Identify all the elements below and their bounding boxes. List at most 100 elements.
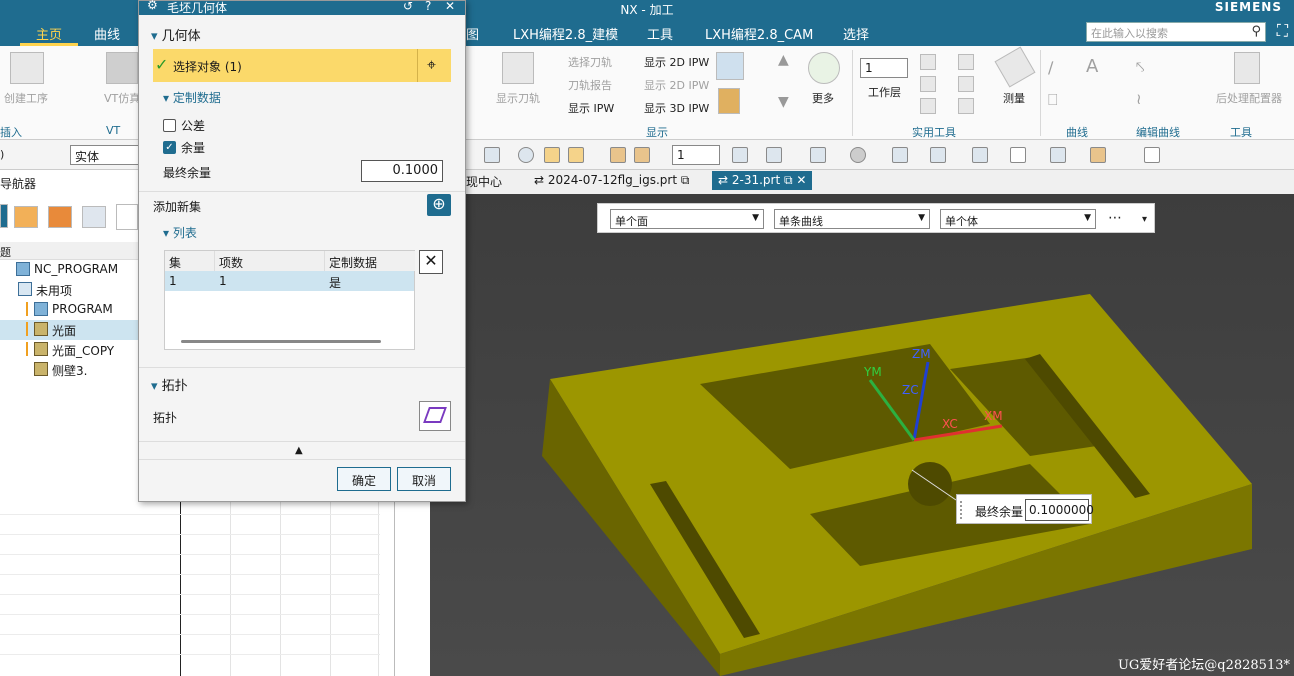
cancel-button[interactable]: 取消 bbox=[397, 467, 451, 491]
final-remainder-input[interactable]: 0.1000 bbox=[361, 160, 443, 182]
offset-curve-icon[interactable]: ⎕ bbox=[1048, 90, 1058, 110]
table-header-count[interactable]: 项数 bbox=[215, 251, 325, 271]
topology-button[interactable] bbox=[419, 401, 451, 431]
section-custom-data[interactable]: ▾ 定制数据 bbox=[163, 89, 221, 106]
tab-resource-center[interactable]: 现中心 bbox=[466, 173, 502, 190]
show-2d-ipw-button[interactable]: 显示 2D IPW bbox=[644, 54, 709, 70]
create-operation-button[interactable]: 创建工序 bbox=[4, 90, 48, 106]
table-header-custom[interactable]: 定制数据 bbox=[325, 251, 415, 271]
hexagon-icon[interactable] bbox=[518, 147, 534, 163]
box-alt-icon[interactable] bbox=[634, 147, 650, 163]
tolerance-checkbox[interactable] bbox=[163, 119, 176, 132]
layer-filter-select[interactable]: 1 bbox=[672, 145, 720, 165]
reset-icon[interactable]: ↺ bbox=[403, 0, 413, 13]
show-3d-ipw-button[interactable]: 显示 3D IPW bbox=[644, 100, 709, 116]
close-icon[interactable]: ✕ bbox=[796, 173, 806, 187]
nav-column-header[interactable]: 题 bbox=[0, 242, 140, 260]
rotate-view-icon[interactable] bbox=[732, 147, 748, 163]
part-model[interactable]: ZM YM ZC XC XM bbox=[430, 194, 1294, 676]
tab-curve[interactable]: 曲线 bbox=[94, 24, 120, 43]
table-header-set[interactable]: 集 bbox=[165, 251, 215, 271]
line-icon[interactable]: ∕ bbox=[1048, 58, 1053, 77]
remainder-popup-input[interactable]: 0.1000000 bbox=[1025, 499, 1094, 521]
graphics-viewport[interactable]: ZM YM ZC XC XM 单个面 ▼ 单条曲线 ▼ 单个体 ▼ ⋯ ▾ 最终余量 … bbox=[430, 194, 1294, 676]
nav-row-program[interactable]: PROGRAM bbox=[0, 300, 140, 320]
nav-toolbar-icon-3[interactable] bbox=[48, 206, 72, 228]
vt-sim-icon[interactable] bbox=[106, 52, 138, 84]
tab-tools[interactable]: 工具 bbox=[647, 24, 673, 43]
fit-view-icon[interactable] bbox=[766, 147, 782, 163]
section-topology[interactable]: ▾ 拓扑 bbox=[151, 375, 188, 394]
add-set-button[interactable]: ⊕ bbox=[427, 194, 451, 216]
tab-file-231[interactable]: ⇄ 2-31.prt ⧉ ✕ bbox=[712, 171, 813, 190]
create-operation-icon[interactable] bbox=[10, 52, 44, 84]
text-icon[interactable]: A bbox=[1086, 56, 1098, 77]
help-icon[interactable]: ? bbox=[425, 0, 431, 13]
smooth-curve-icon[interactable]: ≀ bbox=[1136, 90, 1142, 108]
tab-file-2024[interactable]: ⇄ 2024-07-12flg_igs.prt ⧉ bbox=[534, 173, 689, 188]
nav-toolbar-icon-5[interactable] bbox=[116, 204, 138, 230]
fullscreen-icon[interactable]: ⛶ bbox=[1277, 21, 1288, 41]
body-rule-select[interactable]: 单个体 ▼ bbox=[940, 209, 1096, 229]
tab-lxh-cam[interactable]: LXH编程2.8_CAM bbox=[705, 24, 813, 43]
filter-icon[interactable] bbox=[484, 147, 500, 163]
curve-rule-select[interactable]: 单条曲线 ▼ bbox=[774, 209, 930, 229]
collapse-icon[interactable]: ▲ bbox=[295, 445, 303, 456]
type-filter-select[interactable]: 实体 bbox=[70, 145, 140, 165]
table-scrollbar[interactable] bbox=[181, 340, 381, 343]
close-icon[interactable]: ✕ bbox=[445, 0, 455, 13]
more-button[interactable]: 更多 bbox=[812, 90, 834, 106]
ruler-small-icon[interactable] bbox=[1144, 147, 1160, 163]
ok-button[interactable]: 确定 bbox=[337, 467, 391, 491]
remainder-checkbox[interactable]: ✓ bbox=[163, 141, 176, 154]
path-report-button[interactable]: 刀轨报告 bbox=[568, 77, 612, 93]
tool-icon[interactable] bbox=[718, 88, 740, 114]
frame-icon[interactable] bbox=[1010, 147, 1026, 163]
section-geometry[interactable]: ▾ 几何体 bbox=[151, 25, 201, 44]
sphere-icon[interactable] bbox=[850, 147, 866, 163]
nav-toolbar-icon-2[interactable] bbox=[14, 206, 38, 228]
utility-icon-3[interactable] bbox=[920, 98, 936, 114]
utility-icon-4[interactable] bbox=[958, 54, 974, 70]
nav-toolbar-icon-4[interactable] bbox=[82, 206, 106, 228]
layer-select[interactable]: 1 bbox=[860, 58, 908, 78]
section-icon[interactable] bbox=[1050, 147, 1066, 163]
ipw-view-icon[interactable] bbox=[716, 52, 744, 80]
postprocess-button[interactable]: 后处理配置器 bbox=[1216, 90, 1282, 106]
crosshair-icon[interactable]: ⌖ bbox=[427, 55, 436, 75]
gear-icon[interactable] bbox=[930, 147, 946, 163]
utility-icon-5[interactable] bbox=[958, 76, 974, 92]
search-icon[interactable]: ⚲ bbox=[1251, 24, 1261, 39]
tab-view[interactable]: 图 bbox=[466, 24, 479, 43]
utility-icon-2[interactable] bbox=[920, 76, 936, 92]
nav-row-cebi[interactable]: 侧壁3. bbox=[0, 360, 140, 380]
tab-select[interactable]: 选择 bbox=[843, 24, 869, 43]
utility-icon-6[interactable] bbox=[958, 98, 974, 114]
table-row[interactable]: 1 1 是 bbox=[165, 271, 414, 291]
tab-home[interactable]: 主页 bbox=[36, 24, 62, 43]
show-2d-ipw-disabled[interactable]: 显示 2D IPW bbox=[644, 77, 709, 93]
trim-curve-icon[interactable]: ⤣ bbox=[1136, 58, 1144, 76]
face-rule-select[interactable]: 单个面 ▼ bbox=[610, 209, 764, 229]
show-ipw-button[interactable]: 显示 IPW bbox=[568, 100, 614, 116]
face-select-icon[interactable] bbox=[544, 147, 560, 163]
measure-button[interactable]: 测量 bbox=[1003, 90, 1025, 106]
layers-icon[interactable] bbox=[972, 147, 988, 163]
more-options-icon[interactable]: ⋯ bbox=[1108, 210, 1122, 226]
drag-handle-icon[interactable] bbox=[960, 501, 966, 519]
ruler-icon[interactable] bbox=[994, 46, 1036, 88]
snap-icon[interactable] bbox=[568, 147, 584, 163]
popout-icon[interactable]: ⧉ bbox=[784, 173, 793, 187]
delete-set-button[interactable]: ✕ bbox=[419, 250, 443, 274]
select-object-row[interactable]: ✓ 选择对象 (1) ⌖ bbox=[153, 49, 451, 82]
search-input[interactable]: 在此输入以搜索 ⚲ bbox=[1086, 22, 1266, 42]
vt-sim-button[interactable]: VT仿真 bbox=[104, 90, 140, 106]
popout-icon[interactable]: ⧉ bbox=[681, 173, 690, 187]
utility-icon-1[interactable] bbox=[920, 54, 936, 70]
arrow-up-icon[interactable]: ▲ bbox=[778, 52, 789, 68]
edit-object-icon[interactable] bbox=[1090, 147, 1106, 163]
arrow-down-icon[interactable]: ▼ bbox=[778, 94, 789, 110]
shading-icon[interactable] bbox=[810, 147, 826, 163]
section-list[interactable]: ▾ 列表 bbox=[163, 224, 197, 241]
expand-icon[interactable]: ▾ bbox=[1142, 214, 1147, 225]
